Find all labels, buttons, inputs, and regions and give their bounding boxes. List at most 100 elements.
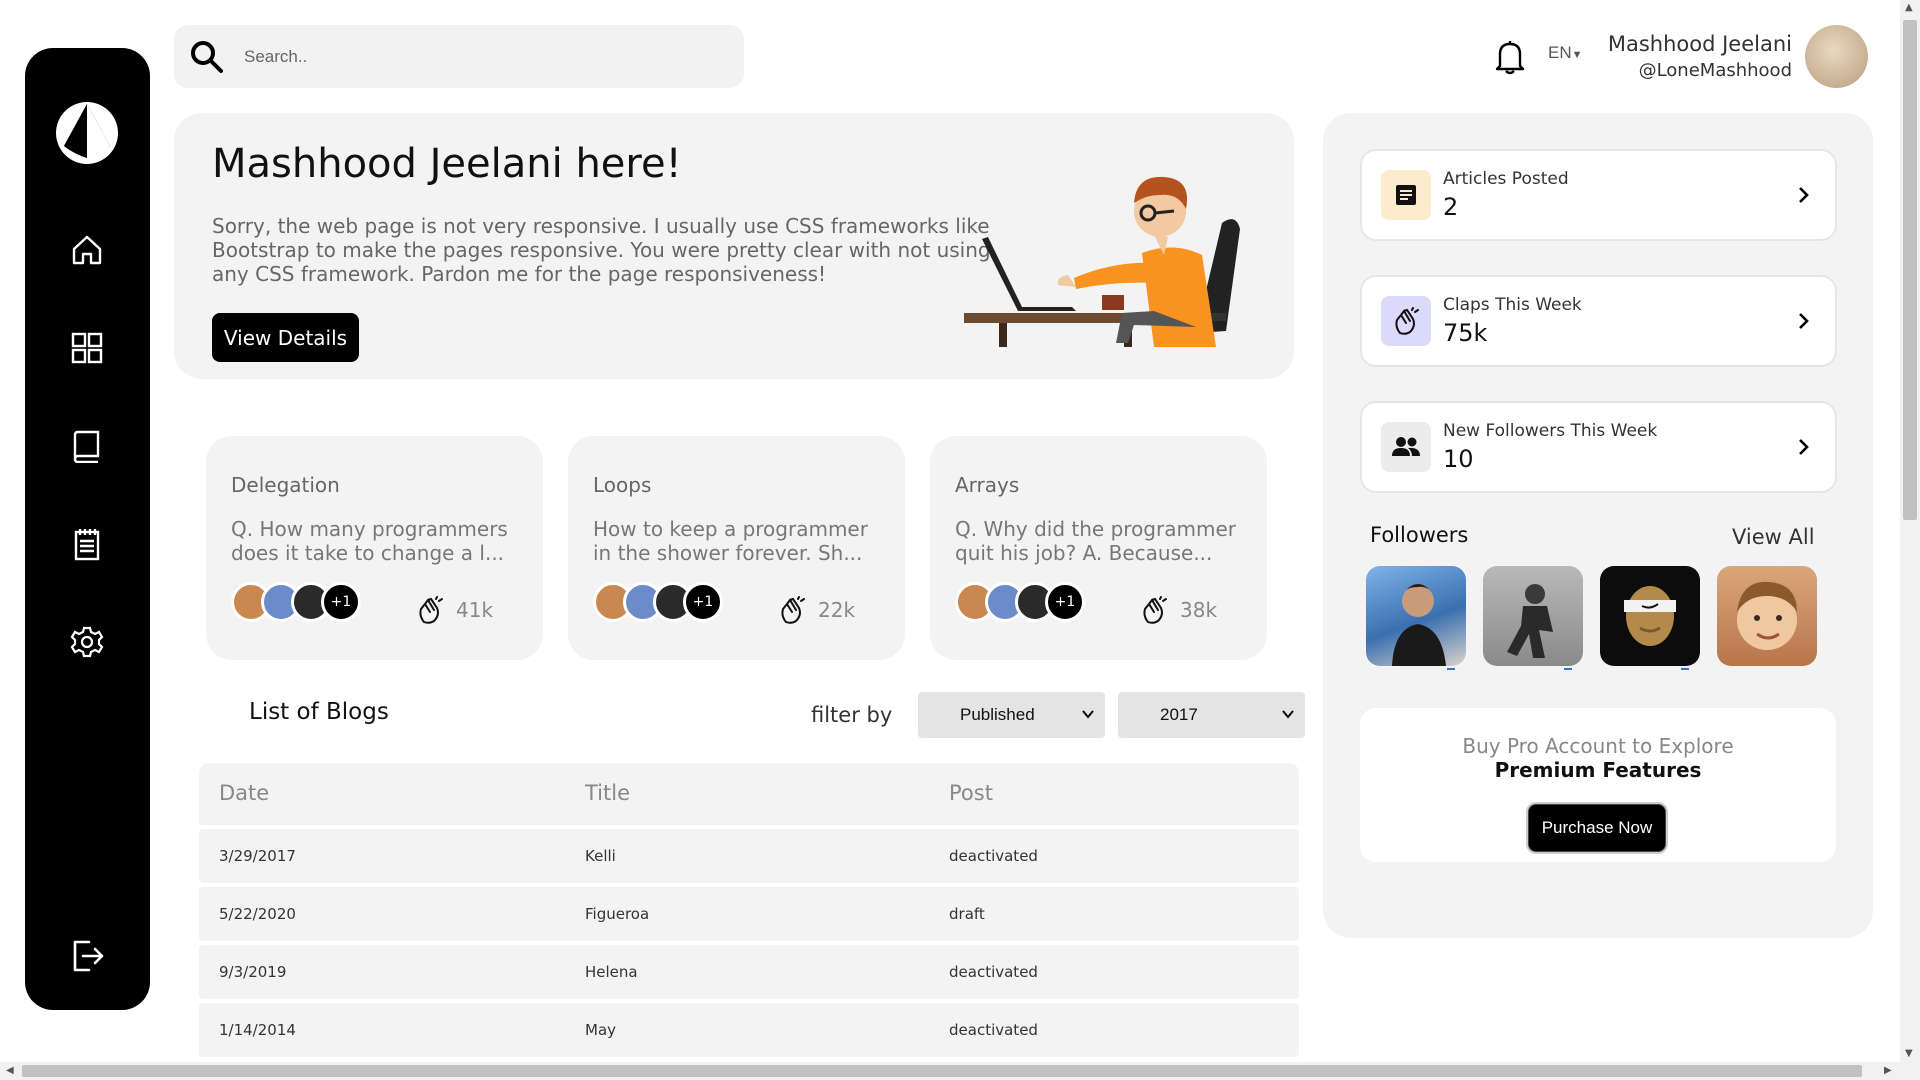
scrollbar-thumb[interactable]	[1903, 20, 1917, 520]
card-title: Loops	[593, 473, 652, 497]
programmer-illustration	[964, 143, 1274, 363]
table-row[interactable]: 9/3/2019 Helena deactivated	[199, 945, 1299, 999]
cell-date: 5/22/2020	[219, 905, 296, 923]
scroll-right-icon[interactable]: ▶	[1884, 1065, 1892, 1076]
chevron-down-icon	[1082, 710, 1094, 719]
blog-table: Date Title Post 3/29/2017 Kelli deactiva…	[199, 763, 1299, 1057]
follower-avatar[interactable]	[1366, 566, 1466, 666]
dashboard-icon[interactable]	[63, 324, 111, 372]
settings-icon[interactable]	[63, 618, 111, 666]
scroll-up-icon[interactable]: ▲	[1905, 2, 1913, 13]
home-icon[interactable]	[63, 226, 111, 274]
chevron-right-icon	[1799, 313, 1809, 329]
language-selector[interactable]: EN▼	[1548, 43, 1583, 63]
follower-avatar[interactable]	[1600, 566, 1700, 666]
purchase-now-button[interactable]: Purchase Now	[1528, 804, 1666, 852]
table-header: Date Title Post	[199, 763, 1299, 825]
card-title: Arrays	[955, 473, 1020, 497]
vertical-scrollbar[interactable]: ▲ ▼	[1900, 0, 1920, 1062]
column-header-title[interactable]: Title	[585, 781, 630, 805]
logo-icon[interactable]	[54, 100, 120, 166]
more-readers-badge: +1	[321, 582, 361, 622]
stat-label: New Followers This Week	[1443, 421, 1658, 441]
avatar[interactable]	[1805, 25, 1868, 88]
cell-date: 3/29/2017	[219, 847, 296, 865]
view-details-button[interactable]: View Details	[212, 313, 359, 362]
language-label: EN	[1548, 43, 1572, 62]
logout-icon[interactable]	[63, 932, 111, 980]
chevron-right-icon	[1799, 187, 1809, 203]
chevron-down-icon	[1282, 710, 1294, 719]
view-all-link[interactable]: View All	[1732, 525, 1815, 549]
notepad-icon[interactable]	[63, 520, 111, 568]
stat-new-followers[interactable]: New Followers This Week 10	[1360, 401, 1837, 493]
book-icon[interactable]	[63, 422, 111, 470]
cell-title: Kelli	[585, 847, 616, 865]
cell-post: deactivated	[949, 847, 1038, 865]
pro-promo-card: Buy Pro Account to Explore Premium Featu…	[1360, 708, 1836, 862]
user-handle: @LoneMashhood	[1638, 60, 1792, 81]
reader-avatars: +1	[955, 582, 1105, 622]
notification-bell-icon[interactable]	[1492, 38, 1528, 76]
clap-icon	[1140, 596, 1168, 624]
table-row[interactable]: 5/22/2020 Figueroa draft	[199, 887, 1299, 941]
stat-articles-posted[interactable]: Articles Posted 2	[1360, 149, 1837, 241]
year-filter-value: 2017	[1160, 705, 1198, 724]
search-icon[interactable]	[188, 38, 226, 76]
status-filter-select[interactable]: Published	[918, 692, 1105, 738]
table-row[interactable]: 3/29/2017 Kelli deactivated	[199, 829, 1299, 883]
reader-avatars: +1	[593, 582, 743, 622]
filter-label: filter by	[811, 703, 893, 727]
user-name: Mashhood Jeelani	[1607, 32, 1792, 56]
stat-label: Articles Posted	[1443, 169, 1569, 189]
horizontal-scrollbar[interactable]: ◀ ▶	[0, 1062, 1920, 1080]
chevron-down-icon: ▼	[1571, 49, 1583, 61]
scrollbar-thumb[interactable]	[22, 1065, 1862, 1077]
cell-date: 9/3/2019	[219, 963, 287, 981]
more-readers-badge: +1	[683, 582, 723, 622]
follower-indicator	[1447, 668, 1455, 670]
blog-card-loops[interactable]: Loops How to keep a programmer in the sh…	[568, 436, 905, 660]
card-title: Delegation	[231, 473, 340, 497]
followers-title: Followers	[1370, 523, 1469, 547]
stats-panel: Articles Posted 2 Claps This Week 75k Ne…	[1323, 113, 1873, 938]
more-readers-badge: +1	[1045, 582, 1085, 622]
column-header-post[interactable]: Post	[949, 781, 993, 805]
blog-list-title: List of Blogs	[249, 699, 389, 725]
table-row[interactable]: 1/14/2014 May deactivated	[199, 1003, 1299, 1057]
chevron-right-icon	[1799, 439, 1809, 455]
cell-date: 1/14/2014	[219, 1021, 296, 1039]
promo-line-2: Premium Features	[1494, 758, 1702, 782]
search-input[interactable]	[244, 39, 724, 75]
clap-count: 41k	[456, 598, 494, 622]
column-header-date[interactable]: Date	[219, 781, 269, 805]
stat-value: 10	[1443, 445, 1474, 473]
blog-card-arrays[interactable]: Arrays Q. Why did the programmer quit hi…	[930, 436, 1267, 660]
promo-line-1: Buy Pro Account to Explore	[1462, 734, 1734, 758]
sidebar	[25, 48, 150, 1010]
status-filter-value: Published	[960, 705, 1035, 724]
year-filter-select[interactable]: 2017	[1118, 692, 1305, 738]
scroll-down-icon[interactable]: ▼	[1905, 1048, 1913, 1059]
clap-count: 38k	[1180, 598, 1218, 622]
hero-text: Sorry, the web page is not very responsi…	[212, 214, 991, 286]
follower-avatar[interactable]	[1483, 566, 1583, 666]
stat-value: 75k	[1443, 319, 1488, 347]
clap-icon	[778, 596, 806, 624]
stat-label: Claps This Week	[1443, 295, 1582, 315]
hero-title: Mashhood Jeelani here!	[212, 141, 682, 187]
follower-avatar[interactable]	[1717, 566, 1817, 666]
stat-claps-this-week[interactable]: Claps This Week 75k	[1360, 275, 1837, 367]
follower-indicator	[1564, 668, 1572, 670]
blog-card-delegation[interactable]: Delegation Q. How many programmers does …	[206, 436, 543, 660]
follower-indicator	[1681, 668, 1689, 670]
cell-post: deactivated	[949, 963, 1038, 981]
cell-title: May	[585, 1021, 617, 1039]
search-bar	[174, 25, 744, 88]
card-excerpt: Q. How many programmers does it take to …	[231, 517, 508, 565]
scroll-left-icon[interactable]: ◀	[6, 1065, 14, 1076]
clap-count: 22k	[818, 598, 856, 622]
clap-icon	[1381, 296, 1431, 346]
card-excerpt: How to keep a programmer in the shower f…	[593, 517, 868, 565]
people-icon	[1381, 422, 1431, 472]
